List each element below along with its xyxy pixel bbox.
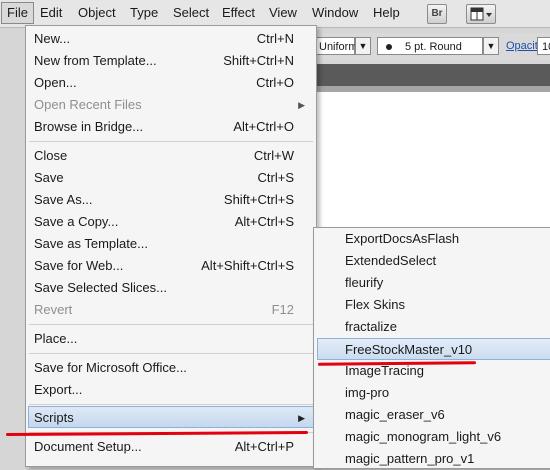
- script-item-magic-eraser[interactable]: magic_eraser_v6: [317, 404, 550, 426]
- menu-item-open[interactable]: Open... Ctrl+O: [29, 72, 313, 94]
- menu-item-place[interactable]: Place...: [29, 328, 313, 350]
- menu-item-shortcut: Alt+Ctrl+O: [233, 119, 294, 134]
- menu-item-label: Document Setup...: [34, 439, 142, 454]
- menu-bar: File Edit Object Type Select Effect View…: [0, 0, 550, 28]
- workspace-grid-icon: [470, 7, 492, 21]
- menu-item-label: Place...: [34, 331, 78, 346]
- menu-help[interactable]: Help: [367, 3, 406, 23]
- submenu-arrow-icon: ▶: [298, 100, 305, 110]
- menu-item-save-selected-slices[interactable]: Save Selected Slices...: [29, 277, 313, 299]
- menu-item-label: Scripts: [34, 410, 74, 425]
- menu-item-save-as-template[interactable]: Save as Template...: [29, 233, 313, 255]
- script-item-img-pro[interactable]: img-pro: [317, 382, 550, 404]
- control-bar: Uniform ▼ 5 pt. Round ▼ Opacity: 10: [315, 33, 550, 60]
- menu-item-label: Save for Microsoft Office...: [34, 360, 187, 375]
- menu-item-open-recent-files[interactable]: Open Recent Files ▶: [29, 94, 313, 116]
- script-item-label: img-pro: [345, 385, 390, 400]
- menu-item-export[interactable]: Export...: [29, 379, 313, 401]
- script-item-label: ExtendedSelect: [345, 253, 437, 268]
- script-item-label: fractalize: [345, 319, 398, 334]
- stroke-profile-field[interactable]: Uniform: [315, 37, 358, 55]
- menu-separator: [29, 324, 313, 325]
- menu-object[interactable]: Object: [72, 3, 122, 23]
- menu-item-label: Close: [34, 148, 68, 163]
- brush-dropdown-icon[interactable]: ▼: [483, 37, 499, 55]
- menu-item-new[interactable]: New... Ctrl+N: [29, 28, 313, 50]
- script-item-magic-pattern-pro[interactable]: magic_pattern_pro_v1: [317, 448, 550, 470]
- menu-file[interactable]: File: [1, 2, 34, 24]
- menu-item-label: Export...: [34, 382, 83, 397]
- menu-window[interactable]: Window: [306, 3, 364, 23]
- brush-dot-icon: [386, 44, 392, 50]
- menu-select[interactable]: Select: [167, 3, 215, 23]
- menu-item-shortcut: Shift+Ctrl+N: [223, 53, 294, 68]
- menu-item-label: Save As...: [34, 192, 93, 207]
- menu-item-shortcut: Shift+Ctrl+S: [223, 192, 294, 207]
- menu-item-label: New from Template...: [34, 53, 157, 68]
- menu-item-shortcut: Alt+Ctrl+S: [234, 214, 294, 229]
- brush-swatch[interactable]: [377, 37, 401, 55]
- menu-item-label: Save for Web...: [34, 258, 124, 273]
- menu-item-shortcut: Alt+Ctrl+P: [234, 439, 294, 454]
- stroke-profile-dropdown-icon[interactable]: ▼: [355, 37, 371, 55]
- menu-separator: [29, 404, 313, 405]
- document-tab-strip: [315, 64, 550, 86]
- menu-item-shortcut: F12: [271, 302, 294, 317]
- menu-separator: [29, 353, 313, 354]
- menu-item-label: Save Selected Slices...: [34, 280, 167, 295]
- submenu-arrow-icon: ▶: [298, 413, 305, 423]
- artboard-canvas[interactable]: [315, 92, 550, 232]
- menu-item-save[interactable]: Save Ctrl+S: [29, 167, 313, 189]
- menu-separator: [29, 141, 313, 142]
- menu-item-label: Save: [34, 170, 64, 185]
- brush-definition-field[interactable]: 5 pt. Round: [401, 37, 483, 55]
- workspace-switcher-icon[interactable]: [466, 4, 496, 24]
- menu-item-label: Save a Copy...: [34, 214, 119, 229]
- script-item-exportdocsasflash[interactable]: ExportDocsAsFlash: [317, 228, 550, 250]
- menu-item-shortcut: Alt+Shift+Ctrl+S: [201, 258, 294, 273]
- menu-view[interactable]: View: [263, 3, 303, 23]
- file-menu: New... Ctrl+N New from Template... Shift…: [25, 25, 317, 467]
- menu-item-scripts[interactable]: Scripts ▶: [28, 406, 314, 428]
- script-item-freestockmaster[interactable]: FreeStockMaster_v10: [317, 338, 550, 360]
- menu-effect[interactable]: Effect: [216, 3, 261, 23]
- script-item-fractalize[interactable]: fractalize: [317, 316, 550, 338]
- script-item-fleurify[interactable]: fleurify: [317, 272, 550, 294]
- menu-item-revert[interactable]: Revert F12: [29, 299, 313, 321]
- scripts-submenu: ExportDocsAsFlash ExtendedSelect fleurif…: [313, 227, 550, 469]
- menu-item-label: Open Recent Files: [34, 97, 142, 112]
- script-item-label: FreeStockMaster_v10: [345, 342, 473, 357]
- menu-item-shortcut: Ctrl+S: [257, 170, 294, 185]
- script-item-extendedselect[interactable]: ExtendedSelect: [317, 250, 550, 272]
- script-item-label: magic_eraser_v6: [345, 407, 445, 422]
- menu-item-save-a-copy[interactable]: Save a Copy... Alt+Ctrl+S: [29, 211, 313, 233]
- script-item-label: Flex Skins: [345, 297, 405, 312]
- menu-item-label: Save as Template...: [34, 236, 148, 251]
- menu-item-save-for-microsoft-office[interactable]: Save for Microsoft Office...: [29, 357, 313, 379]
- menu-type[interactable]: Type: [124, 3, 164, 23]
- menu-item-browse-in-bridge[interactable]: Browse in Bridge... Alt+Ctrl+O: [29, 116, 313, 138]
- menu-item-label: Open...: [34, 75, 77, 90]
- bridge-icon[interactable]: Br: [427, 4, 447, 24]
- menu-item-label: Browse in Bridge...: [34, 119, 144, 134]
- menu-edit[interactable]: Edit: [34, 3, 68, 23]
- menu-item-label: New...: [34, 31, 71, 46]
- opacity-input[interactable]: 10: [537, 37, 550, 55]
- script-item-label: ExportDocsAsFlash: [345, 231, 460, 246]
- menu-item-new-from-template[interactable]: New from Template... Shift+Ctrl+N: [29, 50, 313, 72]
- script-item-flex-skins[interactable]: Flex Skins: [317, 294, 550, 316]
- menu-item-save-for-web[interactable]: Save for Web... Alt+Shift+Ctrl+S: [29, 255, 313, 277]
- menu-item-shortcut: Ctrl+W: [253, 148, 294, 163]
- menu-item-label: Revert: [34, 302, 73, 317]
- menu-item-shortcut: Ctrl+N: [256, 31, 294, 46]
- script-item-magic-monogram-light[interactable]: magic_monogram_light_v6: [317, 426, 550, 448]
- script-item-label: magic_monogram_light_v6: [345, 429, 502, 444]
- menu-item-save-as[interactable]: Save As... Shift+Ctrl+S: [29, 189, 313, 211]
- script-item-label: magic_pattern_pro_v1: [345, 451, 475, 466]
- script-item-label: fleurify: [345, 275, 384, 290]
- menu-item-document-setup[interactable]: Document Setup... Alt+Ctrl+P: [29, 436, 313, 458]
- menu-item-close[interactable]: Close Ctrl+W: [29, 145, 313, 167]
- menu-item-shortcut: Ctrl+O: [256, 75, 294, 90]
